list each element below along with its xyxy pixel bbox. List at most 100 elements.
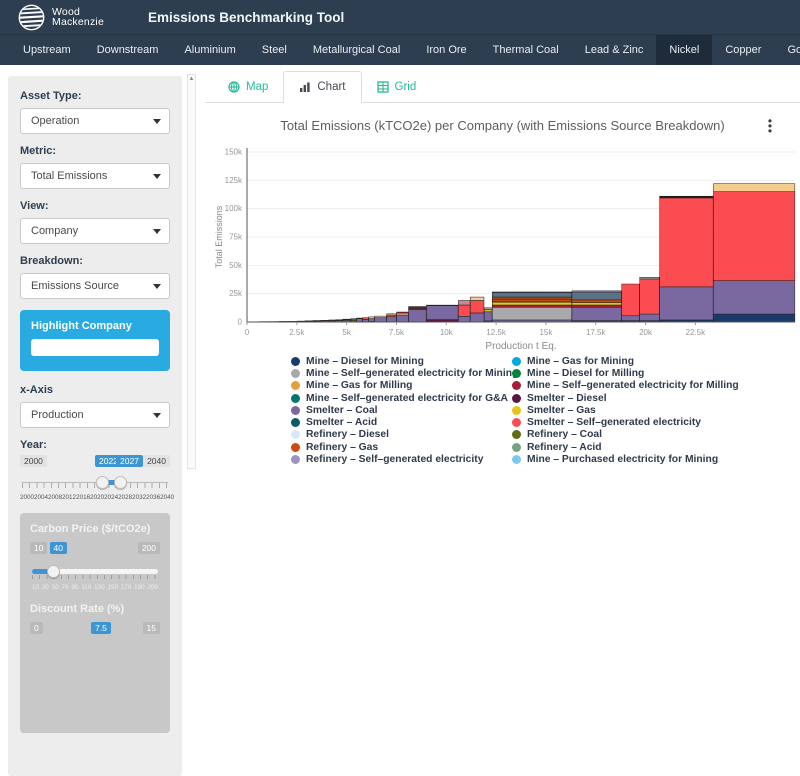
bar-segment	[426, 306, 458, 320]
breakdown-value: Emissions Source	[31, 280, 119, 292]
woodmackenzie-logo: Wood Mackenzie	[18, 4, 104, 31]
bar-segment	[470, 313, 484, 322]
carbon-price-label: Carbon Price ($/tCO2e)	[30, 523, 160, 535]
legend-item[interactable]: Refinery – Gas	[291, 441, 512, 453]
nav-item-copper[interactable]: Copper	[712, 35, 774, 65]
tick-label: 2032	[132, 494, 146, 501]
y-tick-label: 25k	[229, 289, 243, 298]
tick-label: 110	[81, 584, 91, 591]
bar-segment	[357, 318, 363, 319]
bar-segment	[492, 307, 571, 320]
tick-label: 90	[71, 584, 78, 591]
highlight-company-input[interactable]	[31, 339, 159, 356]
bar-segment	[713, 184, 794, 192]
tick-label: 2028	[118, 494, 132, 501]
x-tick-label: 7.5k	[389, 328, 405, 337]
x-axis-label: x-Axis	[20, 384, 170, 396]
x-axis-title: Production t Eq.	[485, 341, 556, 352]
chart-title: Total Emissions (kTCO2e) per Company (wi…	[205, 118, 800, 133]
bar-segment	[660, 198, 714, 287]
bar-segment	[492, 305, 571, 307]
bar-segment	[397, 313, 409, 315]
legend-dot-icon	[291, 430, 300, 439]
legend-item[interactable]: Mine – Self–generated electricity for Mi…	[512, 380, 739, 392]
tick-label: 2024	[104, 494, 118, 501]
tick-label: 10	[32, 584, 39, 591]
nav-item-metallurgical-coal[interactable]: Metallurgical Coal	[300, 35, 413, 65]
bar-segment	[351, 319, 357, 320]
x-axis-select[interactable]: Production	[20, 402, 170, 428]
tick-label: 170	[121, 584, 132, 591]
y-tick-label: 150k	[225, 148, 243, 157]
legend-item[interactable]: Smelter – Diesel	[512, 392, 739, 404]
tab-map[interactable]: Map	[213, 72, 283, 102]
legend-item[interactable]: Refinery – Coal	[512, 429, 739, 441]
legend-dot-icon	[291, 406, 300, 415]
bar-segment	[713, 281, 794, 314]
tick-label: 2004	[34, 494, 48, 501]
asset-type-select[interactable]: Operation	[20, 108, 170, 134]
legend-label: Mine – Self–generated electricity for Mi…	[306, 368, 518, 379]
nav-item-downstream[interactable]: Downstream	[84, 35, 172, 65]
nav-item-iron-ore[interactable]: Iron Ore	[413, 35, 479, 65]
y-tick-label: 0	[238, 318, 243, 327]
legend-item[interactable]: Smelter – Self–generated electricity	[512, 416, 739, 428]
nav-item-lead-zinc[interactable]: Lead & Zinc	[572, 35, 657, 65]
nav-item-gold[interactable]: Gold	[774, 35, 800, 65]
bar-segment	[660, 196, 714, 198]
bar-segment	[321, 320, 329, 321]
legend-item[interactable]: Mine – Purchased electricity for Mining	[512, 453, 739, 465]
x-tick-label: 20k	[639, 328, 653, 337]
sidebar-scrollbar[interactable]: ▲	[187, 74, 196, 469]
legend-item[interactable]: Mine – Self–generated electricity for Mi…	[291, 367, 512, 379]
emissions-cost-curve-chart[interactable]: 025k50k75k100k125k150k02.5k5k7.5k10k12.5…	[212, 138, 800, 352]
kebab-menu-icon[interactable]: •••	[765, 119, 775, 134]
year-slider[interactable]	[20, 474, 170, 491]
legend-item[interactable]: Mine – Diesel for Mining	[291, 355, 512, 367]
bar-segment	[622, 284, 640, 316]
nav-item-aluminium[interactable]: Aluminium	[171, 35, 248, 65]
legend-item[interactable]: Refinery – Self–generated electricity	[291, 453, 512, 465]
legend-item[interactable]: Smelter – Gas	[512, 404, 739, 416]
nav-item-upstream[interactable]: Upstream	[10, 35, 84, 65]
legend-item[interactable]: Mine – Gas for Mining	[512, 355, 739, 367]
legend-item[interactable]: Refinery – Diesel	[291, 429, 512, 441]
nav-item-thermal-coal[interactable]: Thermal Coal	[480, 35, 572, 65]
carbon-price-value-badge: 40	[50, 542, 67, 554]
legend-item[interactable]: Mine – Self–generated electricity for G&…	[291, 392, 512, 404]
tick-label: 50	[52, 584, 59, 591]
legend-item[interactable]: Mine – Diesel for Milling	[512, 367, 739, 379]
bar-segment	[622, 316, 640, 321]
view-select[interactable]: Company	[20, 218, 170, 244]
view-tabs: MapChartGrid	[205, 65, 800, 103]
filters-sidebar: Asset Type: Operation Metric: Total Emis…	[8, 76, 182, 776]
commodity-nav: UpstreamDownstreamAluminiumSteelMetallur…	[0, 34, 800, 65]
bar-segment	[640, 314, 660, 321]
asset-type-value: Operation	[31, 115, 79, 127]
legend-item[interactable]: Smelter – Coal	[291, 404, 512, 416]
tick-label: 2012	[62, 494, 76, 501]
metric-select[interactable]: Total Emissions	[20, 163, 170, 189]
tick-label: 70	[62, 584, 69, 591]
tab-grid[interactable]: Grid	[362, 72, 432, 102]
legend-item[interactable]: Refinery – Acid	[512, 441, 739, 453]
breakdown-select[interactable]: Emissions Source	[20, 273, 170, 299]
legend-dot-icon	[291, 418, 300, 427]
bar-segment	[640, 277, 660, 279]
bar-segment	[387, 317, 397, 322]
legend-item[interactable]: Smelter – Acid	[291, 416, 512, 428]
bar-segment	[363, 318, 369, 320]
x-tick-label: 10k	[440, 328, 454, 337]
bar-segment	[397, 315, 409, 322]
legend-dot-icon	[291, 369, 300, 378]
nav-item-nickel[interactable]: Nickel	[656, 35, 712, 65]
chevron-down-icon	[153, 229, 161, 234]
bar-segment	[713, 192, 794, 281]
year-slider-handle-low[interactable]	[96, 476, 109, 489]
legend-item[interactable]: Mine – Gas for Milling	[291, 380, 512, 392]
discount-rate-max-badge: 15	[143, 622, 160, 634]
tab-chart[interactable]: Chart	[283, 71, 361, 103]
highlight-company-label: Highlight Company	[31, 320, 159, 332]
bar-segment	[409, 310, 427, 322]
nav-item-steel[interactable]: Steel	[249, 35, 300, 65]
